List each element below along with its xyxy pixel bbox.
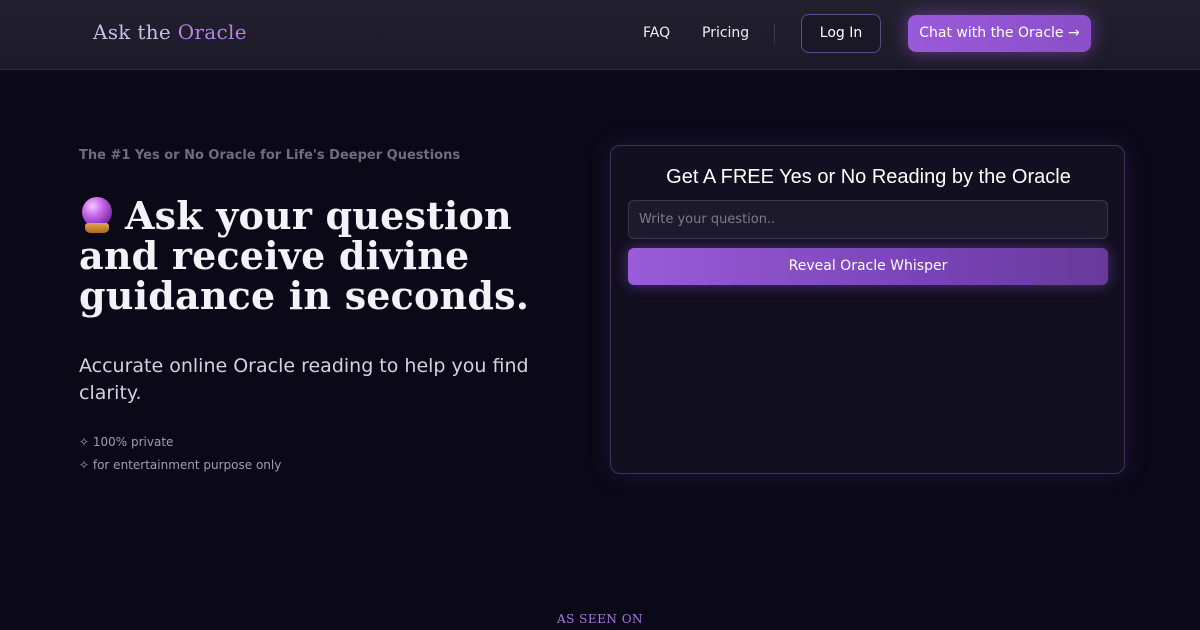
crystal-ball-icon — [79, 197, 115, 233]
feature-item: ✧ for entertainment purpose only — [79, 458, 282, 472]
chat-with-oracle-button[interactable]: Chat with the Oracle → — [908, 15, 1091, 52]
hero-headline-text: Ask your question and receive divine gui… — [79, 193, 530, 318]
logo-prefix: Ask the — [93, 20, 172, 44]
reading-card: Get A FREE Yes or No Reading by the Orac… — [610, 145, 1125, 474]
login-button[interactable]: Log In — [801, 14, 881, 53]
feature-item: ✧ 100% private — [79, 435, 174, 449]
nav-divider — [774, 24, 775, 44]
hero-subhead: Accurate online Oracle reading to help y… — [79, 355, 529, 404]
question-input[interactable] — [628, 200, 1108, 239]
top-nav: Ask the Oracle FAQ Pricing Log In Chat w… — [0, 0, 1200, 70]
reveal-oracle-button[interactable]: Reveal Oracle Whisper — [628, 248, 1108, 285]
as-seen-on-heading: AS SEEN ON — [556, 612, 644, 626]
logo-accent: Oracle — [177, 20, 247, 44]
nav-link-pricing[interactable]: Pricing — [702, 25, 749, 41]
site-logo[interactable]: Ask the Oracle — [93, 20, 247, 44]
nav-link-faq[interactable]: FAQ — [643, 25, 670, 41]
hero-tagline: The #1 Yes or No Oracle for Life's Deepe… — [79, 148, 461, 163]
card-title: Get A FREE Yes or No Reading by the Orac… — [666, 166, 1071, 188]
hero-headline: Ask your question and receive divine gui… — [79, 196, 579, 316]
